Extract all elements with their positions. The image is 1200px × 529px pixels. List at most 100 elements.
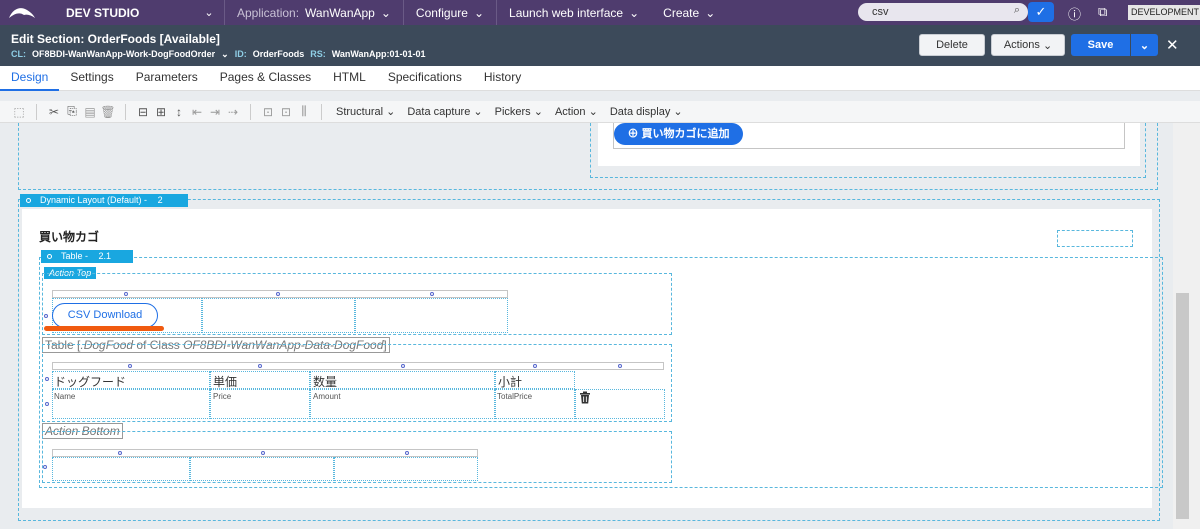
tab-history[interactable]: History (473, 66, 532, 91)
action-bottom-cell-3 (334, 457, 478, 481)
action-bottom-cell-1 (52, 457, 190, 481)
row-handle-icon[interactable] (43, 465, 47, 469)
rule-meta: CL: OF8BDI-WanWanApp-Work-DogFoodOrder ⌄… (11, 49, 426, 60)
column-handle-icon[interactable] (276, 292, 280, 296)
create-label: Create (663, 5, 700, 20)
column-handle-icon[interactable] (618, 364, 622, 368)
id-key: ID: (234, 49, 247, 59)
agile-workbench-icon[interactable]: ⧉ (1098, 4, 1107, 20)
action-top-cell-2 (202, 298, 355, 333)
highlight-underline (44, 326, 164, 331)
separator (321, 103, 322, 120)
split-icon[interactable]: ↕ (170, 105, 188, 119)
table-num: 2.1 (98, 251, 112, 261)
grid-b-icon[interactable]: ⊡ (277, 105, 295, 119)
menu-action[interactable]: Action ⌄ (549, 105, 604, 118)
save-options-button[interactable]: ⌄ (1131, 34, 1158, 56)
actions-button[interactable]: Actions ⌄ (991, 34, 1065, 56)
delete-icon[interactable]: 🗑 (99, 105, 117, 119)
column-handle-icon[interactable] (261, 451, 265, 455)
help-icon[interactable]: ⓘ (1068, 4, 1081, 23)
studio-name: DEV STUDIO (66, 5, 140, 20)
menu-structural[interactable]: Structural ⌄ (330, 105, 401, 118)
field-amount: Amount (313, 392, 341, 401)
column-handle-icon[interactable] (533, 364, 537, 368)
application-menu[interactable]: Application: WanWanApp ⌄ (225, 0, 403, 25)
delete-button[interactable]: Delete (919, 34, 985, 56)
tab-design[interactable]: Design (0, 66, 60, 91)
cut-icon[interactable]: ✂ (45, 105, 63, 119)
pega-logo[interactable] (0, 0, 44, 25)
grid-handle-row (52, 362, 664, 370)
copy-icon[interactable]: ⎘ (63, 104, 81, 119)
action-bottom-cell-2 (190, 457, 334, 481)
insert-column-icon[interactable]: ⊞ (152, 105, 170, 119)
header-cell-amount[interactable] (310, 371, 495, 389)
column-handle-icon[interactable] (405, 451, 409, 455)
column-handle-icon[interactable] (118, 451, 122, 455)
tab-specifications[interactable]: Specifications (377, 66, 473, 91)
column-handle-icon[interactable] (430, 292, 434, 296)
tab-html[interactable]: HTML (322, 66, 377, 91)
create-menu[interactable]: Create ⌄ (651, 0, 727, 25)
studio-switch-chevron-icon[interactable]: ⌄ (194, 6, 224, 19)
column-handle-icon[interactable] (128, 364, 132, 368)
tab-parameters[interactable]: Parameters (125, 66, 209, 91)
menu-pickers-label: Pickers (494, 106, 531, 118)
rule-header: Edit Section: OrderFoods [Available] CL:… (0, 25, 1200, 66)
scrollbar-thumb[interactable] (1176, 293, 1189, 519)
merge-left-icon[interactable]: ⇤ (188, 105, 206, 119)
configure-label: Configure (415, 5, 468, 20)
row-handle-icon[interactable] (44, 314, 48, 318)
cl-value[interactable]: OF8BDI-WanWanApp-Work-DogFoodOrder (32, 49, 215, 60)
grid-a-icon[interactable]: ⊡ (259, 105, 277, 119)
dynamic-layout-chip[interactable]: Dynamic Layout (Default) - 2 (20, 194, 188, 207)
trash-icon[interactable] (579, 391, 591, 407)
row-handle-icon[interactable] (45, 402, 49, 406)
chevron-down-icon: ⌄ (1139, 39, 1150, 52)
save-button[interactable]: Save (1071, 34, 1130, 56)
application-label: Application: (237, 5, 300, 20)
column-handle-icon[interactable] (401, 364, 405, 368)
rs-key: RS: (310, 49, 326, 59)
add-to-cart-button[interactable]: ⊕ 買い物カゴに追加 (614, 123, 743, 145)
rs-value: WanWanApp:01-01-01 (331, 49, 426, 59)
chevron-down-icon: ⌄ (629, 5, 640, 20)
layout-handle-icon (26, 198, 31, 203)
cl-chevron-icon[interactable]: ⌄ (221, 49, 229, 60)
separator (125, 103, 126, 120)
merge-right-icon[interactable]: ⇥ (206, 105, 224, 119)
menu-pickers[interactable]: Pickers ⌄ (489, 105, 549, 118)
csv-download-button[interactable]: CSV Download (52, 303, 158, 328)
menu-data-capture-label: Data capture (407, 106, 471, 118)
select-icon[interactable]: ⬚ (10, 105, 28, 119)
close-icon[interactable]: ✕ (1166, 36, 1179, 54)
top-bar: DEV STUDIO ⌄ Application: WanWanApp ⌄ Co… (0, 0, 1200, 25)
search-input[interactable]: csv ⌕ (858, 3, 1028, 21)
menu-data-display-label: Data display (609, 106, 671, 118)
column-handle-icon[interactable] (258, 364, 262, 368)
separator (36, 103, 37, 120)
search-value: csv (872, 6, 889, 18)
data-cell-name[interactable] (52, 389, 210, 419)
menu-data-display[interactable]: Data display ⌄ (604, 105, 689, 118)
search-options-button[interactable]: ✓ (1028, 2, 1054, 22)
insert-row-icon[interactable]: ⊟ (134, 105, 152, 119)
action-top-header-row (52, 290, 508, 298)
configure-menu[interactable]: Configure ⌄ (404, 0, 496, 25)
launch-menu[interactable]: Launch web interface ⌄ (497, 0, 651, 25)
dynamic-layout-num: 2 (157, 195, 163, 205)
grid-c-icon[interactable]: ⫼ (295, 104, 313, 119)
move-right-icon[interactable]: ⇢ (224, 105, 242, 119)
field-total-price: TotalPrice (497, 392, 533, 401)
menu-data-capture[interactable]: Data capture ⌄ (401, 105, 488, 118)
search-icon[interactable]: ⌕ (1014, 4, 1020, 17)
tab-settings[interactable]: Settings (59, 66, 124, 91)
tab-pages-classes[interactable]: Pages & Classes (209, 66, 322, 91)
column-handle-icon[interactable] (124, 292, 128, 296)
table-chip[interactable]: Table - 2.1 (41, 250, 133, 263)
paste-icon[interactable]: ▤ (81, 105, 99, 119)
actions-label: Actions (1003, 39, 1040, 51)
row-handle-icon[interactable] (45, 377, 49, 381)
column-header-amount: 数量 (313, 375, 338, 389)
